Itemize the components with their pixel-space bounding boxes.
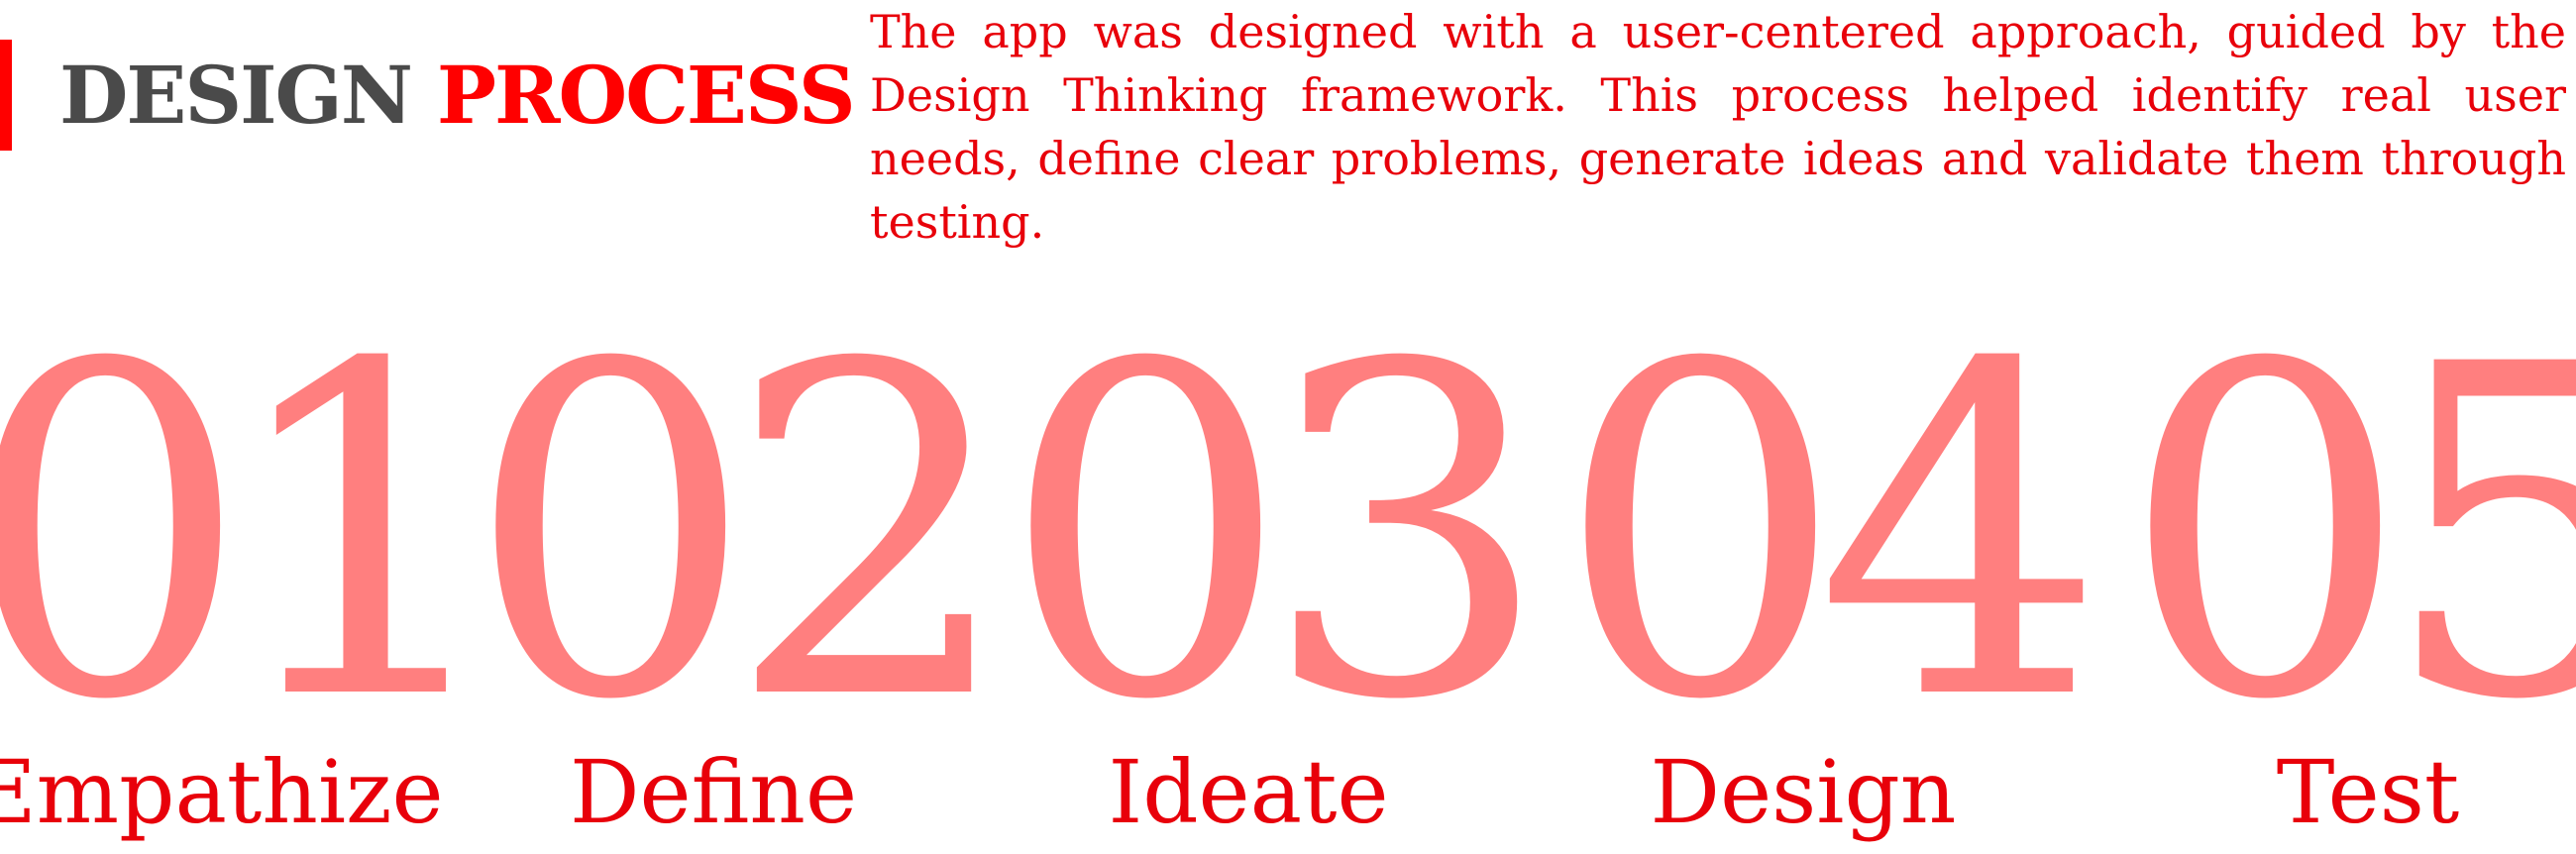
step-label: Ideate: [1108, 741, 1389, 843]
step-number: 01: [0, 269, 510, 800]
step-number: 04: [1556, 269, 2105, 800]
section-title-part1: DESIGN: [59, 49, 413, 142]
step-ideate: 03 Ideate: [1001, 269, 1551, 854]
section-title: DESIGN PROCESS: [59, 40, 856, 151]
step-label: Define: [569, 741, 858, 843]
step-number: 02: [466, 269, 1016, 800]
step-number: 03: [1001, 269, 1551, 800]
step-label: Test: [2276, 741, 2460, 843]
step-test: 05 Test: [2120, 269, 2576, 854]
intro-paragraph: The app was designed with a user-centere…: [870, 5, 2566, 249]
accent-bar: [0, 40, 12, 151]
process-steps: 01 Empathize 02 Define 03 Ideate 04 Desi…: [0, 269, 2576, 854]
step-label: Design: [1650, 741, 1957, 843]
section-title-part2: PROCESS: [436, 49, 856, 142]
step-number: 05: [2120, 269, 2576, 800]
step-empathize: 01 Empathize: [0, 269, 510, 854]
step-label: Empathize: [0, 741, 444, 843]
step-design: 04 Design: [1556, 269, 2105, 854]
step-define: 02 Define: [466, 269, 1016, 854]
